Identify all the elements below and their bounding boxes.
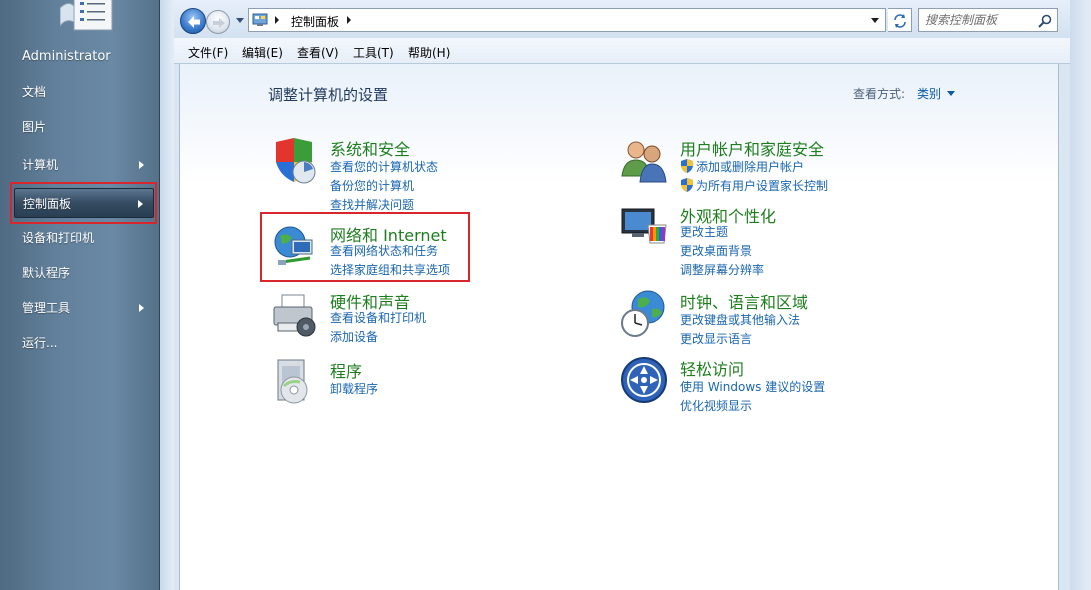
search-box[interactable] <box>918 8 1058 32</box>
start-menu-item-run[interactable]: 运行... <box>14 328 154 358</box>
category-link[interactable]: 选择家庭组和共享选项 <box>330 261 450 278</box>
category-link[interactable]: 更改显示语言 <box>680 330 752 347</box>
view-by-label: 查看方式: <box>853 87 906 101</box>
address-history-dropdown-icon[interactable] <box>871 18 879 23</box>
back-arrow-icon <box>188 16 200 28</box>
category-link[interactable]: 优化视频显示 <box>680 397 752 414</box>
category-ease-of-access: 轻松访问 使用 Windows 建议的设置 优化视频显示 <box>620 356 880 414</box>
network-globe-icon[interactable] <box>270 222 320 272</box>
category-title[interactable]: 用户帐户和家庭安全 <box>680 136 824 160</box>
category-title[interactable]: 系统和安全 <box>330 136 410 160</box>
category-link[interactable]: 更改键盘或其他输入法 <box>680 311 800 328</box>
start-menu-item-label: 图片 <box>22 120 47 134</box>
submenu-arrow-icon <box>139 304 144 312</box>
start-menu-item-label: 运行... <box>22 336 58 350</box>
refresh-icon <box>894 14 906 28</box>
control-panel-window: 控制面板 文件(F) 编辑(E) 查看(V) 工具(T <box>174 0 1070 590</box>
menu-tools[interactable]: 工具(T) <box>353 44 394 61</box>
menu-view[interactable]: 查看(V) <box>297 44 339 61</box>
start-menu-right-pane: Administrator 文档 图片 计算机 控制面板 设备和打印机 默认程序… <box>0 0 160 590</box>
printer-icon[interactable] <box>270 289 320 339</box>
control-panel-content: 调整计算机的设置 查看方式: 类别 系统和安全 查看您的计算机状态 备份您的计算… <box>179 64 1059 590</box>
category-network-internet: 网络和 Internet 查看网络状态和任务 选择家庭组和共享选项 <box>270 222 530 282</box>
category-link[interactable]: 使用 Windows 建议的设置 <box>680 378 825 395</box>
forward-button[interactable] <box>206 10 230 34</box>
breadcrumb-separator-icon[interactable] <box>347 16 351 24</box>
start-menu-item-label: 默认程序 <box>22 266 71 280</box>
category-programs: 程序 卸载程序 <box>270 358 530 408</box>
submenu-arrow-icon <box>138 200 143 208</box>
category-user-accounts: 用户帐户和家庭安全 添加或删除用户帐户 为所有用户设置家长控制 <box>620 136 880 194</box>
control-panel-icon <box>252 12 268 28</box>
category-hardware-sound: 硬件和声音 查看设备和打印机 添加设备 <box>270 289 530 349</box>
breadcrumb-separator-icon[interactable] <box>275 16 279 24</box>
category-link[interactable]: 卸载程序 <box>330 380 378 397</box>
start-menu-item-label: 管理工具 <box>22 301 71 315</box>
page-title: 调整计算机的设置 <box>268 86 389 104</box>
category-appearance: 外观和个性化 更改主题 更改桌面背景 调整屏幕分辨率 <box>620 203 880 277</box>
forward-arrow-icon <box>213 18 225 28</box>
start-menu-item-devices-printers[interactable]: 设备和打印机 <box>14 223 154 253</box>
start-menu-item-label: 控制面板 <box>23 197 72 211</box>
address-bar[interactable]: 控制面板 <box>248 8 886 32</box>
category-link[interactable]: 添加或删除用户帐户 <box>680 158 804 175</box>
window-gap <box>160 0 174 590</box>
category-link[interactable]: 查看网络状态和任务 <box>330 242 438 259</box>
submenu-arrow-icon <box>139 161 144 169</box>
search-icon[interactable] <box>1037 13 1053 29</box>
user-picture-icon[interactable] <box>59 0 114 32</box>
programs-icon[interactable] <box>270 358 320 408</box>
back-button[interactable] <box>180 8 206 34</box>
category-title[interactable]: 程序 <box>330 358 362 382</box>
clock-globe-icon[interactable] <box>620 289 670 339</box>
start-menu-item-label: 文档 <box>22 85 47 99</box>
start-menu-item-label: 设备和打印机 <box>22 231 95 245</box>
category-clock-language-region: 时钟、语言和区域 更改键盘或其他输入法 更改显示语言 <box>620 289 880 347</box>
category-link[interactable]: 添加设备 <box>330 328 378 345</box>
start-menu-item-control-panel[interactable]: 控制面板 <box>14 188 154 218</box>
uac-shield-icon <box>681 159 693 173</box>
window-border <box>1070 0 1091 590</box>
refresh-button[interactable] <box>888 8 912 32</box>
uac-shield-icon <box>681 178 693 192</box>
category-link-text: 添加或删除用户帐户 <box>696 160 805 174</box>
category-link[interactable]: 查找并解决问题 <box>330 196 414 213</box>
start-menu-item-default-programs[interactable]: 默认程序 <box>14 258 154 288</box>
users-icon[interactable] <box>620 136 670 186</box>
navigation-bar: 控制面板 <box>174 0 1070 38</box>
ease-of-access-icon[interactable] <box>620 356 670 406</box>
category-title[interactable]: 时钟、语言和区域 <box>680 289 808 313</box>
view-by-dropdown[interactable]: 类别 <box>917 85 941 102</box>
breadcrumb-control-panel[interactable]: 控制面板 <box>291 13 339 30</box>
menu-help[interactable]: 帮助(H) <box>408 44 450 61</box>
shield-icon[interactable] <box>270 136 320 186</box>
category-link[interactable]: 为所有用户设置家长控制 <box>680 177 828 194</box>
category-link[interactable]: 查看设备和打印机 <box>330 309 426 326</box>
start-menu-user-name[interactable]: Administrator <box>14 42 154 72</box>
category-link[interactable]: 更改桌面背景 <box>680 242 752 259</box>
category-link[interactable]: 调整屏幕分辨率 <box>680 261 764 278</box>
start-menu-item-admin-tools[interactable]: 管理工具 <box>14 293 154 323</box>
menu-edit[interactable]: 编辑(E) <box>242 44 283 61</box>
chevron-down-icon[interactable] <box>947 91 955 96</box>
category-link[interactable]: 查看您的计算机状态 <box>330 158 438 175</box>
category-title[interactable]: 轻松访问 <box>680 356 744 380</box>
start-menu-item-computer[interactable]: 计算机 <box>14 150 154 180</box>
start-menu-item-pictures[interactable]: 图片 <box>14 112 154 142</box>
category-link[interactable]: 更改主题 <box>680 223 728 240</box>
category-system-security: 系统和安全 查看您的计算机状态 备份您的计算机 查找并解决问题 <box>270 136 530 212</box>
monitor-palette-icon[interactable] <box>620 203 670 253</box>
search-input[interactable] <box>925 12 1031 28</box>
category-link[interactable]: 备份您的计算机 <box>330 177 414 194</box>
recent-pages-dropdown-icon[interactable] <box>236 18 244 23</box>
menu-bar: 文件(F) 编辑(E) 查看(V) 工具(T) 帮助(H) <box>174 38 1070 64</box>
start-menu-item-label: 计算机 <box>22 158 59 172</box>
start-menu-item-documents[interactable]: 文档 <box>14 77 154 107</box>
category-link-text: 为所有用户设置家长控制 <box>696 179 829 193</box>
menu-file[interactable]: 文件(F) <box>188 44 228 61</box>
